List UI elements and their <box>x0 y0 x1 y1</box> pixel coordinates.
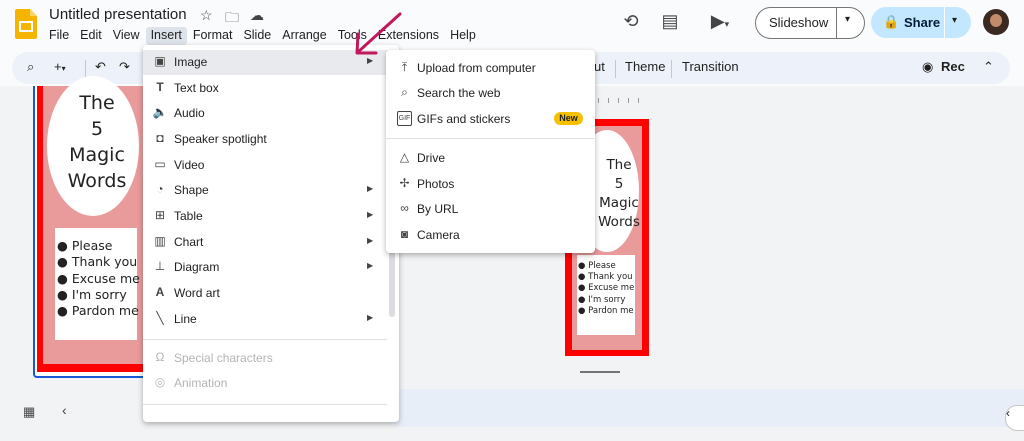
version-history-icon[interactable]: ⟲ <box>619 11 643 35</box>
drive-icon: △ <box>399 150 410 164</box>
slide-title: The 5 Magic Words <box>67 92 127 192</box>
submenu-arrow-icon: ▶ <box>367 236 374 245</box>
new-slide-icon[interactable]: +▾ <box>54 59 66 74</box>
submenu-arrow-icon: ▶ <box>367 313 374 322</box>
search-icon: ⌕ <box>401 85 408 99</box>
menu-insert[interactable]: Insert <box>145 27 187 45</box>
avatar[interactable] <box>983 9 1009 35</box>
theme-button[interactable]: Theme <box>625 59 665 74</box>
menu-item-table[interactable]: ⊞ Table ▶ <box>143 204 399 229</box>
menu-item-audio[interactable]: 🔈 Audio <box>143 101 399 126</box>
menu-item-shape[interactable]: ◔ Shape ▶ <box>143 178 399 203</box>
toolbar-layout-partial[interactable]: ut <box>594 59 605 74</box>
share-button[interactable]: 🔒 Share ▾ <box>871 7 971 38</box>
shape-icon: ◔ <box>156 182 164 196</box>
audio-icon: 🔈 <box>152 105 168 119</box>
submenu-arrow-icon: ▶ <box>367 210 374 219</box>
menu-arrange[interactable]: Arrange <box>277 27 331 45</box>
speaker-spotlight-icon: ◘ <box>156 131 164 145</box>
menu-view[interactable]: View <box>108 27 145 45</box>
menu-item-video[interactable]: ▭ Video <box>143 153 399 178</box>
slide-canvas-title[interactable]: The 5 Magic Words <box>589 156 649 232</box>
photos-icon: ✢ <box>399 176 410 190</box>
submenu-arrow-icon: ▶ <box>367 184 374 193</box>
upload-icon: ⤒ <box>401 60 408 74</box>
menu-file[interactable]: File <box>44 27 74 45</box>
new-badge: New <box>554 112 583 125</box>
app-header: Untitled presentation ☆ 🗀 ☁ File Edit Vi… <box>0 0 1024 48</box>
submenu-item-search-web[interactable]: ⌕ Search the web <box>386 81 595 105</box>
share-dropdown-icon[interactable]: ▾ <box>952 15 957 26</box>
menu-item-animation: ◎ Animation <box>143 371 399 396</box>
word-art-icon: A <box>155 285 165 299</box>
menu-item-chart[interactable]: ▥ Chart ▶ <box>143 230 399 255</box>
submenu-item-upload[interactable]: ⤒ Upload from computer <box>386 56 595 80</box>
submenu-arrow-icon: ▶ <box>367 261 374 270</box>
submenu-arrow-icon: ▶ <box>367 56 374 65</box>
text-box-icon: T <box>156 80 164 94</box>
line-icon: ╲ <box>156 311 164 325</box>
menu-item-diagram[interactable]: ⊥ Diagram ▶ <box>143 255 399 280</box>
record-icon[interactable]: ◉ <box>922 59 933 75</box>
slide-canvas-bullet-list[interactable]: ● Please ● Thank you ● Excuse me ● I'm s… <box>578 261 634 317</box>
slideshow-button[interactable]: Slideshow ▾ <box>755 7 865 39</box>
star-icon[interactable]: ☆ <box>200 7 213 24</box>
menu-help[interactable]: Help <box>445 27 481 45</box>
submenu-item-gifs[interactable]: GIF GIFs and stickers New <box>386 107 595 131</box>
lock-icon: 🔒 <box>883 14 900 29</box>
omega-icon: Ω <box>155 350 165 364</box>
menu-item-text-box[interactable]: T Text box <box>143 76 399 101</box>
transition-button[interactable]: Transition <box>682 59 739 74</box>
search-menus-icon[interactable]: ⌕ <box>27 59 34 75</box>
menu-bar: File Edit View Insert Format Slide Arran… <box>44 27 482 45</box>
menu-slide[interactable]: Slide <box>238 27 276 45</box>
image-submenu: ⤒ Upload from computer ⌕ Search the web … <box>386 50 595 253</box>
gif-icon: GIF <box>397 111 412 126</box>
ruler <box>596 98 1024 103</box>
menu-item-speaker-spotlight[interactable]: ◘ Speaker spotlight <box>143 127 399 152</box>
grid-view-icon[interactable]: ▦ <box>23 404 35 420</box>
submenu-item-photos[interactable]: ✢ Photos <box>386 172 595 196</box>
submenu-item-by-url[interactable]: ∞ By URL <box>386 197 595 221</box>
menu-item-special-characters: Ω Special characters <box>143 346 399 371</box>
speaker-notes-area[interactable] <box>395 389 1024 427</box>
chevron-left-icon[interactable]: ‹ <box>62 402 67 418</box>
meet-video-icon[interactable]: ▶▾ <box>702 11 738 35</box>
insert-menu: ▣ Image ▶ T Text box 🔈 Audio ◘ Speaker s… <box>143 45 399 422</box>
comments-icon[interactable]: ▤ <box>658 11 682 35</box>
menu-item-line[interactable]: ╲ Line ▶ <box>143 307 399 332</box>
camera-icon: ◙ <box>400 227 409 241</box>
document-title[interactable]: Untitled presentation <box>49 6 187 23</box>
submenu-item-drive[interactable]: △ Drive <box>386 146 595 170</box>
cloud-saved-icon[interactable]: ☁ <box>250 7 264 24</box>
side-panel-toggle-icon[interactable]: ‹ <box>1005 405 1024 431</box>
diagram-icon: ⊥ <box>154 259 166 273</box>
redo-icon[interactable]: ↷ <box>119 59 130 75</box>
slideshow-label: Slideshow <box>769 15 829 30</box>
video-icon: ▭ <box>154 157 166 171</box>
menu-edit[interactable]: Edit <box>75 27 107 45</box>
slide-thumbnail-selected[interactable]: The 5 Magic Words ● Please ● Thank you ●… <box>33 76 147 378</box>
slideshow-dropdown-icon[interactable]: ▾ <box>845 14 850 25</box>
slide-bullet-list: ● Please ● Thank you ● Excuse me ● I'm s… <box>57 238 140 319</box>
image-icon: ▣ <box>154 54 166 68</box>
submenu-item-camera[interactable]: ◙ Camera <box>386 223 595 247</box>
rec-button[interactable]: Rec <box>941 59 965 74</box>
annotation-arrow-icon <box>355 12 402 55</box>
collapse-toolbar-icon[interactable]: ⌃ <box>983 59 994 75</box>
menu-item-word-art[interactable]: A Word art <box>143 281 399 306</box>
animation-icon: ◎ <box>154 375 166 389</box>
menu-format[interactable]: Format <box>188 27 238 45</box>
chart-icon: ▥ <box>154 234 166 248</box>
table-icon: ⊞ <box>154 208 166 222</box>
slides-logo-icon[interactable] <box>15 9 37 39</box>
canvas-scrollbar[interactable] <box>580 371 620 373</box>
undo-icon[interactable]: ↶ <box>95 59 106 75</box>
share-label: Share <box>904 15 941 30</box>
link-icon: ∞ <box>400 201 409 215</box>
